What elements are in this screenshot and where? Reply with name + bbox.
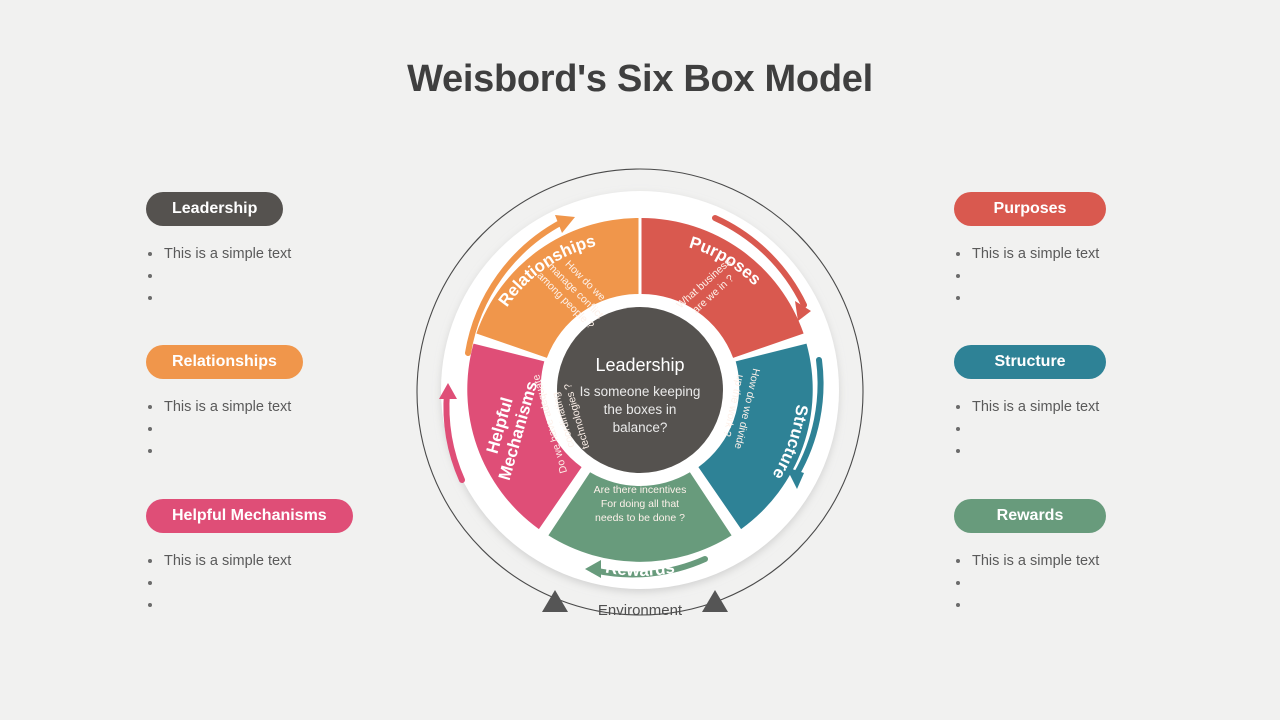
list-item bbox=[954, 287, 1280, 309]
list-item bbox=[954, 572, 1280, 594]
segment-label-rewards-text: Rewards bbox=[604, 558, 676, 580]
bullet-list-rewards: This is a simple text bbox=[954, 550, 1280, 616]
panel-rewards: Rewards This is a simple text bbox=[954, 499, 1280, 616]
list-item bbox=[954, 440, 1280, 462]
segment-question-rewards: Are there incentives For doing all that … bbox=[594, 484, 687, 524]
list-item bbox=[954, 265, 1280, 287]
pill-purposes[interactable]: Purposes bbox=[954, 192, 1106, 226]
pill-rewards[interactable]: Rewards bbox=[954, 499, 1106, 533]
q-line: needs to be done ? bbox=[595, 512, 685, 524]
list-item bbox=[954, 594, 1280, 616]
panel-structure: Structure This is a simple text bbox=[954, 345, 1280, 462]
list-item: This is a simple text bbox=[954, 396, 1280, 418]
environment-label: Environment bbox=[597, 602, 683, 619]
pill-leadership[interactable]: Leadership bbox=[146, 192, 284, 226]
list-item bbox=[954, 418, 1280, 440]
pill-structure[interactable]: Structure bbox=[954, 345, 1106, 379]
center-question-line-2: the boxes in bbox=[604, 402, 677, 417]
page-title: Weisbord's Six Box Model bbox=[407, 58, 873, 100]
list-item: This is a simple text bbox=[954, 550, 1280, 572]
center-question-line-1: Is someone keeping bbox=[580, 384, 701, 399]
bullet-list-structure: This is a simple text bbox=[954, 396, 1280, 462]
list-item: This is a simple text bbox=[954, 243, 1280, 265]
center-title: Leadership bbox=[595, 355, 684, 375]
pill-relationships[interactable]: Relationships bbox=[146, 345, 303, 379]
bullet-list-purposes: This is a simple text bbox=[954, 243, 1280, 309]
q-line: For doing all that bbox=[601, 498, 679, 510]
segment-label-rewards: Rewards bbox=[604, 558, 676, 580]
center-question-line-3: balance? bbox=[613, 420, 668, 435]
pill-helpful-mechanisms[interactable]: Helpful Mechanisms bbox=[146, 499, 353, 533]
q-line: Are there incentives bbox=[594, 484, 687, 496]
six-box-wheel-diagram: Leadership Is someone keeping the boxes … bbox=[405, 155, 875, 625]
panel-purposes: Purposes This is a simple text bbox=[954, 192, 1280, 309]
